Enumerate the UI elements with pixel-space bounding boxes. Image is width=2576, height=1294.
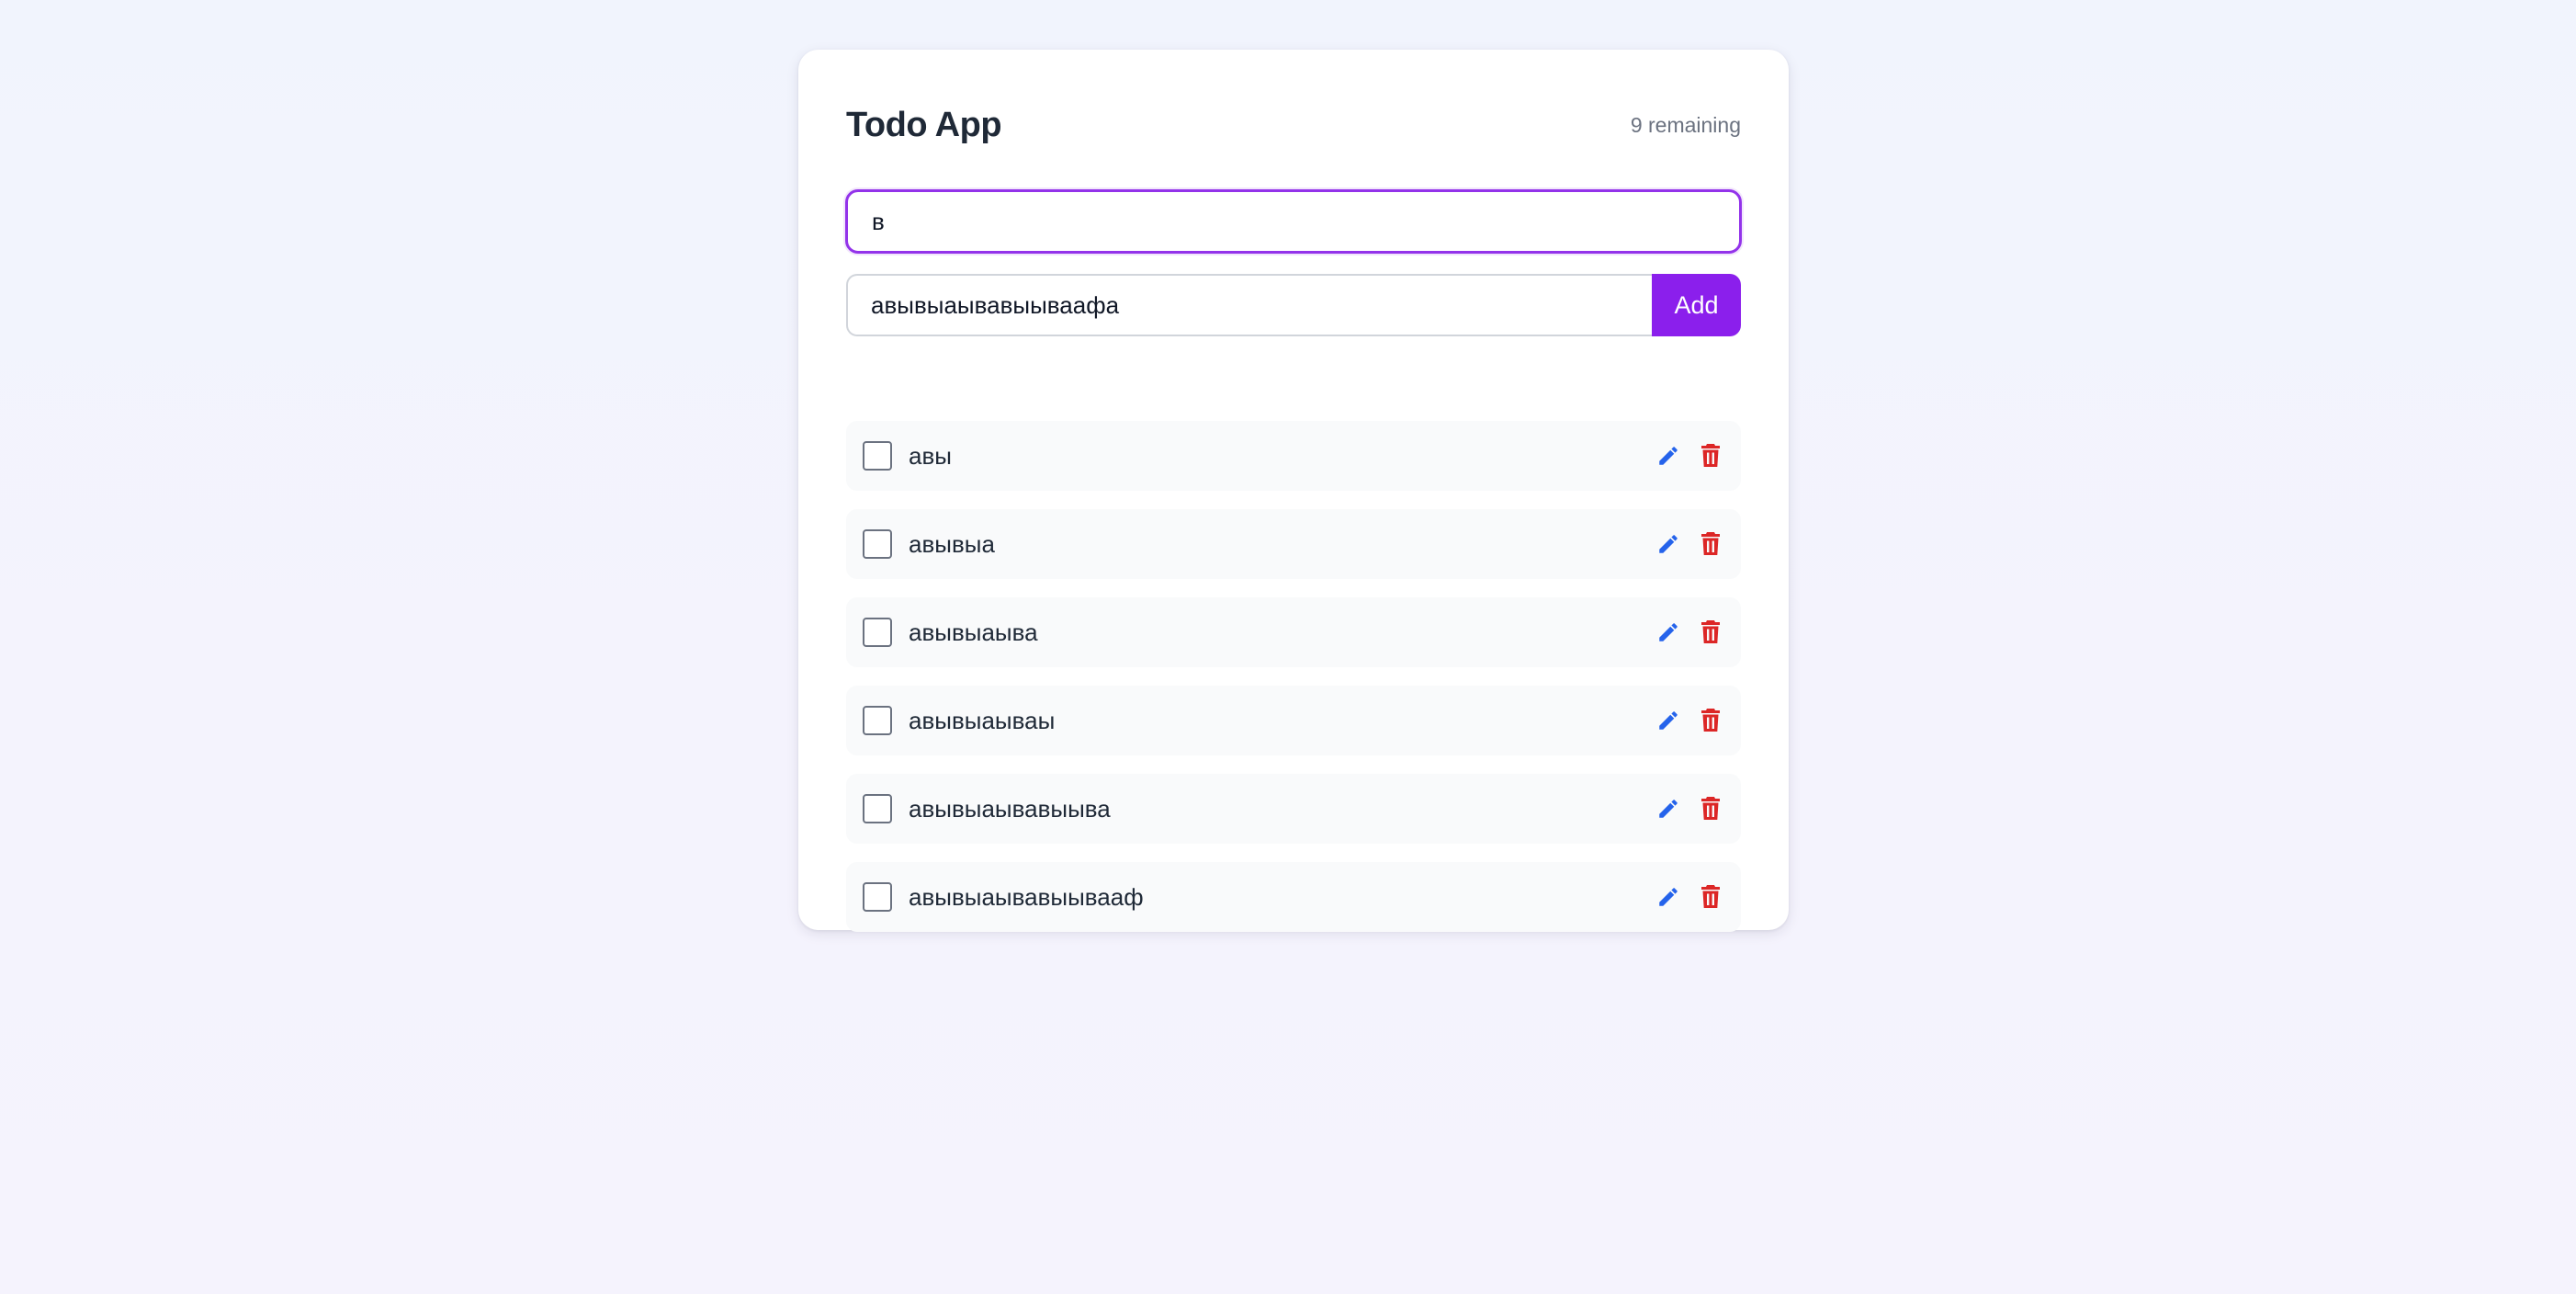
trash-icon[interactable] xyxy=(1697,442,1724,470)
todo-checkbox[interactable] xyxy=(863,706,892,735)
trash-icon[interactable] xyxy=(1697,707,1724,734)
trash-icon[interactable] xyxy=(1697,530,1724,558)
todo-item: авывыаываы xyxy=(846,686,1741,755)
todo-checkbox[interactable] xyxy=(863,882,892,912)
todo-item: авывыаывавыываaф xyxy=(846,862,1741,932)
new-todo-input[interactable] xyxy=(846,274,1652,336)
trash-icon[interactable] xyxy=(1697,795,1724,823)
header: Todo App 9 remaining xyxy=(846,97,1741,153)
trash-icon[interactable] xyxy=(1697,883,1724,911)
todo-checkbox[interactable] xyxy=(863,618,892,647)
pencil-icon[interactable] xyxy=(1655,530,1682,558)
todo-item: авывыаыва xyxy=(846,597,1741,667)
remaining-count: 9 remaining xyxy=(1630,112,1741,137)
todo-checkbox[interactable] xyxy=(863,794,892,823)
pencil-icon[interactable] xyxy=(1655,707,1682,734)
todo-text: авывыаыва xyxy=(909,618,1038,646)
pencil-icon[interactable] xyxy=(1655,883,1682,911)
search-input[interactable] xyxy=(845,189,1742,254)
pencil-icon[interactable] xyxy=(1655,442,1682,470)
todo-text: авы xyxy=(909,441,952,470)
todo-list: авы авывыа авывыаыва авывыаываы авывыаыв… xyxy=(846,421,1741,932)
todo-text: авывыа xyxy=(909,529,995,558)
pencil-icon[interactable] xyxy=(1655,619,1682,646)
todo-item: авывыаывавыыва xyxy=(846,774,1741,844)
add-button[interactable]: Add xyxy=(1652,274,1741,336)
todo-checkbox[interactable] xyxy=(863,529,892,559)
add-todo-row: Add xyxy=(846,274,1741,336)
todo-text: авывыаываы xyxy=(909,706,1056,734)
todo-checkbox[interactable] xyxy=(863,441,892,471)
todo-item: авывыа xyxy=(846,509,1741,579)
todo-card: Todo App 9 remaining Add авы авывыа xyxy=(798,50,1789,932)
todo-text: авывыаывавыыва xyxy=(909,794,1111,823)
todo-item: авы xyxy=(846,421,1741,491)
trash-icon[interactable] xyxy=(1697,619,1724,646)
todo-text: авывыаывавыываaф xyxy=(909,882,1144,911)
app-title: Todo App xyxy=(846,105,1002,144)
pencil-icon[interactable] xyxy=(1655,795,1682,823)
